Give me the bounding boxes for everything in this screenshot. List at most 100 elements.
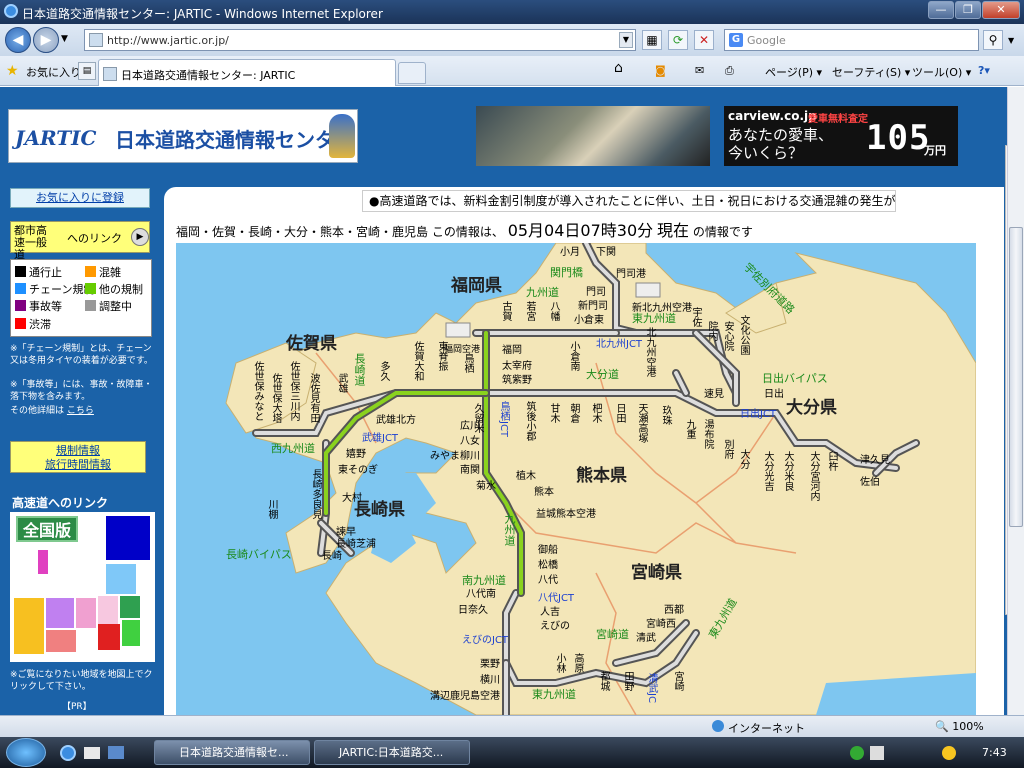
taskbar-item-1[interactable]: 日本道路交通情報セ... [154,740,310,765]
kanto-region[interactable] [120,596,140,618]
place-label: 多久 [378,361,389,381]
city-road-link[interactable]: 都市高速一般道 へのリンク ▶ [10,221,150,261]
place-label: 武雄 [336,373,347,393]
tohoku-region[interactable] [106,564,136,594]
travel-time-link[interactable]: 旅行時間情報 [11,458,145,472]
search-options-icon[interactable]: ▼ [1008,36,1014,45]
place-label: 安心院 [722,321,733,351]
news-ticker[interactable]: ●高速道路では、新料金割引制度が導入されたことに伴い、土日・祝日における交通混雑… [362,190,896,212]
maximize-button[interactable]: ❐ [955,1,981,19]
shikoku-region[interactable] [46,630,76,652]
title-bar: 日本道路交通情報センター: JARTIC - Windows Internet … [0,0,1024,24]
info-suffix: の情報です [692,225,753,239]
regulation-info-link[interactable]: 規制情報 [11,444,145,458]
start-button[interactable] [6,738,46,767]
zoom-level[interactable]: 🔍 100% [935,720,984,733]
page-scrollbar[interactable] [1007,87,1024,715]
place-label: 松橋 [538,560,558,571]
taskbar-item-2[interactable]: JARTIC:日本道路交... [314,740,470,765]
tray-network-icon[interactable] [850,746,864,760]
safety-menu[interactable]: セーフティ(S) ▾ [832,64,910,80]
chubu-region[interactable] [98,624,120,650]
traffic-map[interactable]: 福岡県 佐賀県 長崎県 熊本県 大分県 宮崎県 九州道 九州道 長崎道 西九州道… [176,243,976,715]
refresh-icon[interactable]: ⟳ [668,30,688,50]
page-menu[interactable]: ページ(P) ▾ [765,64,822,80]
chugoku-region[interactable] [46,598,74,628]
hokkaido-region[interactable] [106,516,150,560]
logo-jp: 日本道路交通情報センター [115,128,355,152]
road-higashikyushu: 東九州道 [632,312,676,325]
back-button[interactable]: ◀ [5,27,31,53]
ie-quicklaunch-icon[interactable] [60,745,76,761]
kyushu-region[interactable] [14,598,44,654]
history-dropdown-icon[interactable]: ▼ [61,34,68,44]
tokai-region[interactable] [98,596,118,624]
ad-number: 105 [866,118,931,158]
security-zone[interactable]: インターネット [728,720,805,736]
place-label: 菊水 [476,481,496,492]
pref-kumamoto: 熊本県 [576,466,627,486]
forward-button[interactable]: ▶ [33,27,59,53]
pref-saga: 佐賀県 [286,334,337,354]
legend-item: 他の規制 [85,281,143,297]
jct-hiji: 日出JCT [740,409,777,420]
national-map-button[interactable]: 全国版 [16,516,78,542]
add-to-favorites-link[interactable]: お気に入りに登録 [10,188,150,208]
tools-menu[interactable]: ツール(O) ▾ [912,64,971,80]
place-label: 津久見 [860,455,890,466]
clock[interactable]: 7:43 [982,746,1007,759]
feeds-icon[interactable]: ◙ [655,64,666,77]
scroll-thumb[interactable] [1009,227,1023,527]
help-menu[interactable]: ?▾ [978,64,990,77]
favorites-button[interactable]: お気に入り [26,64,81,80]
add-favorite-icon[interactable]: ▤ [78,62,96,80]
place-label: 小倉南 [568,341,579,371]
mail-icon[interactable]: ✉ [695,64,704,77]
place-label: 大分米良 [782,451,793,491]
compatibility-icon[interactable]: ▦ [642,30,662,50]
print-icon[interactable]: ⎙ [725,64,734,78]
city-link-label-a: 都市高速一般道 [14,224,47,261]
place-label: 九重 [684,419,695,439]
home-icon[interactable]: ⌂ [614,60,623,76]
favorites-star-icon[interactable]: ★ [6,63,19,79]
place-label: 佐伯 [860,477,880,488]
kinki-region[interactable] [76,598,96,628]
new-tab-button[interactable] [398,62,426,84]
stop-icon[interactable]: ✕ [694,30,714,50]
ad-line1: あなたの愛車、 [728,126,834,144]
search-icon[interactable]: ⚲ [983,30,1003,50]
tray-messenger-icon[interactable] [942,746,956,760]
page-content: JARTIC 日本道路交通情報センター carview.co.jp 愛車無料査定… [0,87,1007,715]
search-box[interactable]: G Google [724,29,979,51]
jct-tosu: 鳥栖JCT [498,401,509,438]
place-label: 天瀬高塚 [636,403,647,443]
desktop-quicklaunch-icon[interactable] [108,746,124,759]
place-label: えびの [540,621,570,632]
place-label: 武雄北方 [376,415,416,426]
detail-link[interactable]: こちら [67,406,94,416]
info-now: 現在 [656,221,689,240]
address-dropdown-icon[interactable]: ▼ [619,32,633,48]
place-label: 玖珠 [660,405,671,425]
road-kyushu: 九州道 [526,286,559,299]
place-label: 北九州空港 [644,327,655,377]
onsen-ad-banner[interactable] [476,106,710,166]
kanto2-region[interactable] [122,620,140,646]
place-label: 田野 [622,671,633,691]
mail-quicklaunch-icon[interactable] [84,747,100,759]
browser-tab[interactable]: 日本道路交通情報センター: JARTIC [98,59,396,86]
japan-mini-map[interactable]: 全国版 [10,512,155,662]
place-label: 鳥栖 [462,353,473,373]
close-button[interactable]: ✕ [982,1,1020,19]
tray-volume-icon[interactable] [870,746,884,760]
minimize-button[interactable]: — [928,1,954,19]
place-label: 小林 [554,653,565,673]
pref-miyazaki: 宮崎県 [631,563,682,583]
carview-ad-banner[interactable]: carview.co.jp 愛車無料査定 あなたの愛車、 今いくら？ 105 万… [724,106,958,166]
okinawa-region[interactable] [38,550,48,574]
jct-yatsushiro: 八代JCT [538,593,575,604]
jartic-logo[interactable]: JARTIC 日本道路交通情報センター [8,109,358,163]
place-label: 横川 [480,675,500,686]
address-bar[interactable]: http://www.jartic.or.jp/ ▼ [84,29,636,51]
